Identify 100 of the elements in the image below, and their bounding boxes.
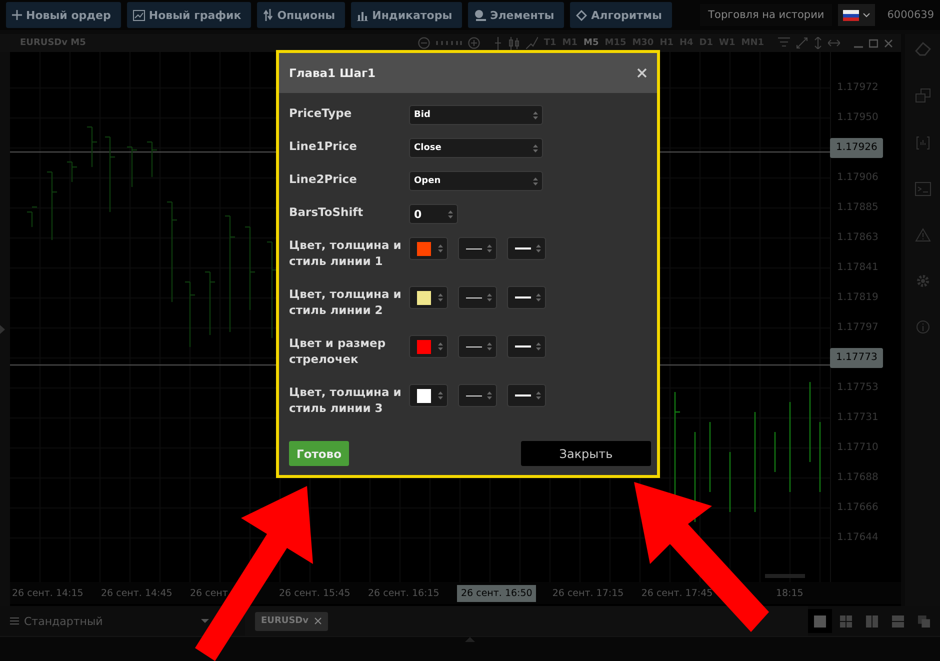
- line-style-picker[interactable]: [507, 335, 546, 358]
- line-style-picker[interactable]: [507, 237, 546, 260]
- resize-icon[interactable]: [796, 37, 808, 49]
- line-width-picker[interactable]: [458, 384, 497, 407]
- spinner-icon: [487, 391, 492, 400]
- price-label: 1.17841: [836, 261, 878, 275]
- zoom-out-icon[interactable]: [418, 37, 430, 49]
- thin-line-icon: [466, 346, 482, 348]
- color-picker[interactable]: [409, 237, 448, 260]
- spinner-icon: [533, 176, 538, 186]
- price-label: 1.17797: [836, 321, 878, 335]
- expand-arrow-icon[interactable]: [0, 324, 5, 334]
- zoom-slider-icon[interactable]: [436, 40, 462, 46]
- spinner-icon: [438, 391, 443, 400]
- toolbar-button[interactable]: Индикаторы: [351, 2, 462, 28]
- thin-line-icon: [466, 394, 482, 396]
- color-picker[interactable]: [409, 286, 448, 309]
- price-label: 1.17885: [836, 201, 878, 215]
- time-label: 26 сент. 15:45: [279, 588, 352, 598]
- spinner-icon: [536, 342, 541, 351]
- settings-icon[interactable]: [916, 274, 930, 288]
- filter-icon[interactable]: [778, 37, 790, 49]
- layout-button[interactable]: [808, 609, 832, 633]
- candles-icon[interactable]: [508, 36, 520, 50]
- zoom-in-icon[interactable]: [468, 37, 480, 49]
- color-picker[interactable]: [409, 384, 448, 407]
- warning-icon[interactable]: [914, 228, 930, 242]
- line-width-picker[interactable]: [458, 335, 497, 358]
- color-picker[interactable]: [409, 335, 448, 358]
- time-label: 26 сент: [190, 588, 229, 598]
- select-field[interactable]: Open: [409, 171, 543, 191]
- spinner-icon: [536, 244, 541, 253]
- line-style-picker[interactable]: [507, 384, 546, 407]
- toolbar-button[interactable]: Алгоритмы: [570, 2, 672, 28]
- field-label: BarsToShift: [289, 204, 364, 220]
- history-trading-button[interactable]: Торговля на истории: [700, 4, 832, 26]
- price-label: 1.17753: [836, 381, 878, 395]
- toolbar-button[interactable]: Новый ордер: [6, 2, 121, 28]
- flag-icon: [843, 10, 860, 20]
- terminal-icon[interactable]: [914, 182, 930, 196]
- thin-line-icon: [466, 296, 482, 298]
- profile-dropdown[interactable]: Стандартный: [0, 606, 245, 636]
- price-label: 1.17773: [830, 348, 884, 368]
- dialog-title: Глава1 Шаг1: [289, 66, 376, 80]
- columns-icon: [866, 614, 878, 628]
- time-label: 26 сент. 14:45: [101, 588, 174, 598]
- crosshair-icon[interactable]: [494, 36, 502, 50]
- braces-icon[interactable]: [914, 136, 930, 150]
- time-label: 26 сент. 14:15: [12, 588, 84, 598]
- field-label: Цвет, толщина и стиль линии 1: [289, 237, 402, 269]
- solid-line-icon: [515, 247, 531, 250]
- toolbar-button[interactable]: Элементы: [468, 2, 564, 28]
- time-label: 26 сент. 17:15: [552, 588, 625, 598]
- field-label: PriceType: [289, 105, 353, 121]
- pin-icon: [474, 10, 486, 20]
- diamond-icon: [576, 10, 588, 20]
- line-chart-icon[interactable]: [526, 37, 538, 49]
- select-field[interactable]: Close: [409, 138, 543, 158]
- thin-line-icon: [466, 248, 482, 250]
- line-style-picker[interactable]: [507, 286, 546, 309]
- windows-icon[interactable]: [914, 88, 930, 104]
- price-label: 1.17731: [836, 411, 878, 425]
- close-icon[interactable]: [314, 617, 322, 625]
- spinner-icon: [487, 293, 492, 302]
- language-dropdown[interactable]: [838, 4, 876, 26]
- spinner-icon: [487, 244, 492, 253]
- toolbar-button[interactable]: Новый график: [126, 2, 252, 28]
- toolbar-button[interactable]: Опционы: [257, 2, 346, 28]
- maximize-icon[interactable]: [869, 38, 878, 48]
- spinner-icon: [536, 293, 541, 302]
- done-button[interactable]: Готово: [289, 441, 349, 466]
- spinner-icon: [438, 293, 443, 302]
- solid-line-icon: [515, 394, 531, 397]
- price-label: 1.17926: [830, 138, 884, 158]
- chart-tab[interactable]: EURUSDv: [255, 612, 328, 630]
- field-label: Line2Price: [289, 171, 358, 187]
- vertical-arrows-icon[interactable]: [814, 37, 822, 49]
- number-field[interactable]: 0: [409, 204, 458, 224]
- info-icon[interactable]: [916, 320, 930, 334]
- price-label: 1.17950: [836, 111, 878, 125]
- single-pane-icon: [814, 614, 826, 628]
- collapse-arrow-icon[interactable]: [465, 637, 475, 642]
- price-label: 1.17819: [836, 291, 878, 305]
- line-width-picker[interactable]: [458, 237, 497, 260]
- horizontal-arrows-icon[interactable]: [828, 39, 840, 47]
- close-icon[interactable]: [884, 38, 893, 48]
- spinner-icon: [533, 110, 538, 120]
- eraser-icon[interactable]: [914, 42, 930, 56]
- rows-icon: [892, 614, 904, 628]
- solid-line-icon: [515, 296, 531, 299]
- bars-icon: [357, 10, 368, 20]
- select-field[interactable]: Bid: [409, 105, 543, 125]
- caret-icon: [201, 619, 209, 623]
- close-button[interactable]: Закрыть: [521, 441, 651, 466]
- field-label: Цвет и размер стрелочек: [289, 335, 387, 367]
- timeframe-tab[interactable]: M5: [584, 38, 599, 48]
- grid-icon: [840, 614, 852, 628]
- line-width-picker[interactable]: [458, 286, 497, 309]
- field-label: Line1Price: [289, 138, 358, 154]
- time-label: 26 сент. 16:50: [457, 584, 536, 602]
